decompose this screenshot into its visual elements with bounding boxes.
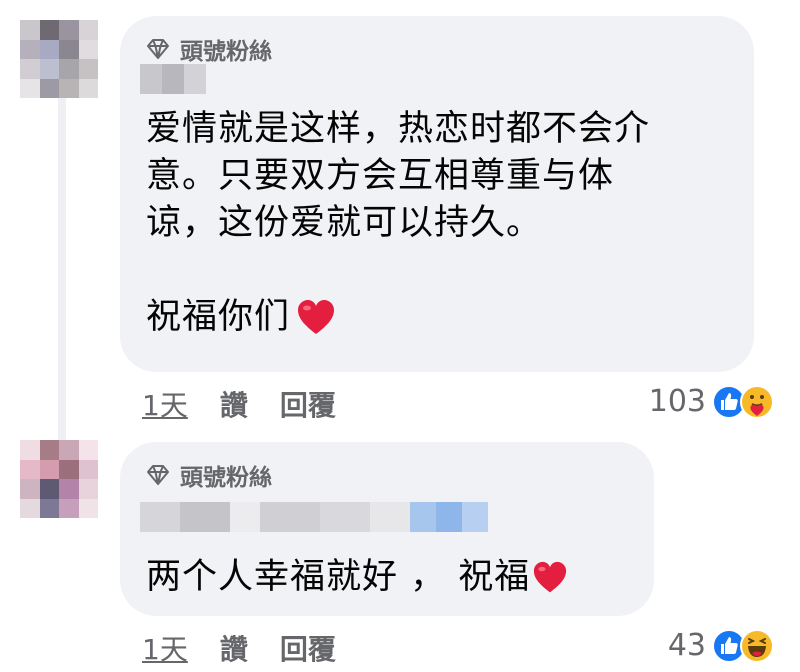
reaction-count: 103 — [648, 384, 706, 419]
comment-line: 意。只要双方会互相尊重与体 — [146, 156, 615, 196]
care-icon — [740, 384, 774, 419]
heart-icon — [534, 561, 567, 593]
timestamp-link[interactable]: 1天 — [142, 384, 188, 424]
comment-line — [146, 247, 650, 294]
reaction-summary[interactable]: 103 — [649, 384, 774, 419]
diamond-icon — [147, 39, 169, 59]
heart-icon — [298, 300, 335, 334]
reaction-count: 43 — [667, 628, 706, 663]
comment-bubble: 頭號粉絲 两个人幸福就好 ， 祝福 — [120, 442, 654, 616]
avatar[interactable] — [20, 440, 98, 518]
avatar[interactable] — [20, 20, 98, 98]
reply-button[interactable]: 回覆 — [280, 628, 336, 668]
commenter-name[interactable] — [140, 64, 206, 94]
comment-line: 爱情就是这样，热恋时都不会介 — [146, 109, 651, 149]
badge-label: 頭號粉絲 — [180, 39, 272, 65]
timestamp-link[interactable]: 1天 — [142, 628, 188, 668]
like-button[interactable]: 讚 — [220, 384, 248, 424]
comment-actions: 1天 讚 回覆 — [142, 384, 336, 424]
comment-bubble: 頭號粉絲 爱情就是这样，热恋时都不会介 意。只要双方会互相尊重与体 谅，这份爱就… — [120, 16, 754, 372]
haha-icon — [740, 628, 774, 663]
comment-text: 爱情就是这样，热恋时都不会介 意。只要双方会互相尊重与体 谅，这份爱就可以持久。… — [146, 106, 650, 341]
comment-line: 谅，这份爱就可以持久。 — [146, 203, 543, 243]
reply-button[interactable]: 回覆 — [280, 384, 336, 424]
comment-text: 两个人幸福就好 ， 祝福 — [146, 554, 568, 601]
diamond-icon — [147, 465, 169, 485]
top-fan-badge[interactable]: 頭號粉絲 — [146, 458, 272, 492]
like-button[interactable]: 讚 — [220, 628, 248, 668]
comment-line: 两个人幸福就好 ， 祝福 — [146, 554, 568, 601]
thread-line — [58, 96, 66, 442]
reaction-summary[interactable]: 43 — [668, 628, 774, 663]
badge-label: 頭號粉絲 — [180, 465, 272, 491]
commenter-name[interactable] — [140, 502, 488, 532]
comment-line: 祝福你们 — [146, 294, 650, 341]
top-fan-badge[interactable]: 頭號粉絲 — [146, 32, 272, 66]
comment-actions: 1天 讚 回覆 — [142, 628, 336, 668]
